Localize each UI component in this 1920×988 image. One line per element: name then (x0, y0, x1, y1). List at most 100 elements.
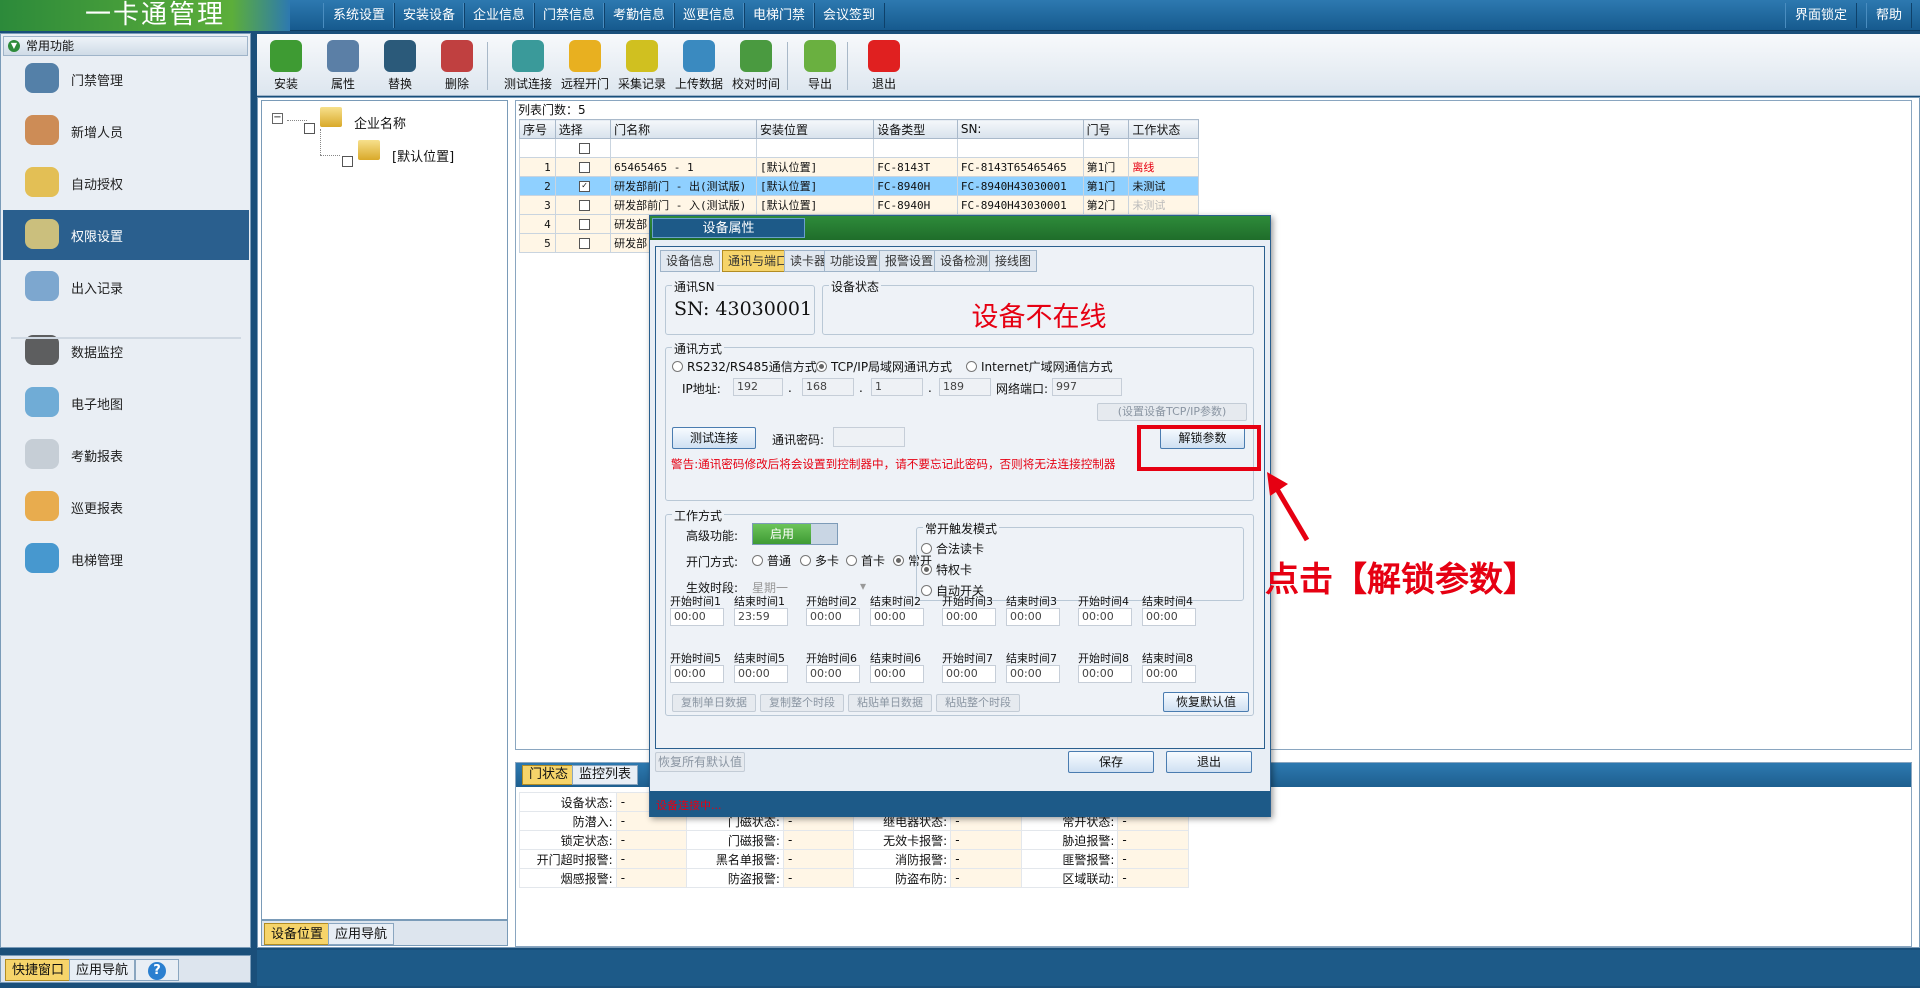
table-row[interactable]: 3 研发部前门 - 入(测试版) [默认位置] FC-8940H FC-8940H430… (519, 195, 1199, 215)
restore-default-button[interactable]: 恢复默认值 (1163, 692, 1249, 712)
end-time-input[interactable]: 00:00 (734, 665, 788, 683)
menu-6[interactable]: 电梯门禁 (743, 3, 816, 28)
ip-octet-1[interactable]: 192 (733, 378, 783, 396)
sidebar-item-0[interactable]: 门禁管理 (3, 54, 249, 104)
radio-legal-card[interactable]: 合法读卡 (921, 540, 984, 557)
column-header[interactable]: 序号 (519, 119, 556, 139)
advanced-toggle[interactable]: 启用 (752, 523, 838, 545)
column-header[interactable]: SN: (956, 119, 1084, 139)
tree-checkbox[interactable] (304, 121, 315, 135)
tree-child-label[interactable]: [默认位置] (392, 146, 454, 165)
sidebar-item-3[interactable]: 权限设置 (3, 210, 249, 260)
test-connection-button[interactable]: 测试连接 (672, 427, 756, 449)
help-button[interactable]: 帮助 (1866, 3, 1913, 28)
password-input[interactable] (833, 427, 905, 447)
menu-7[interactable]: 会议签到 (813, 3, 886, 28)
tree-child-checkbox[interactable] (342, 154, 353, 168)
end-time-input[interactable]: 00:00 (1142, 608, 1196, 626)
tab-quick-window[interactable]: 快捷窗口 (5, 959, 72, 981)
restore-all-defaults-button[interactable]: 恢复所有默认值 (655, 752, 745, 772)
save-button[interactable]: 保存 (1068, 751, 1154, 773)
tab-app-nav[interactable]: 应用导航 (69, 959, 136, 981)
menu-3[interactable]: 门禁信息 (533, 3, 606, 28)
dialog-tab-4[interactable]: 报警设置 (879, 250, 940, 272)
end-time-input[interactable]: 00:00 (1142, 665, 1196, 683)
start-time-input[interactable]: 00:00 (806, 665, 860, 683)
menu-0[interactable]: 系统设置 (323, 3, 396, 28)
ip-octet-4[interactable]: 189 (939, 378, 991, 396)
ip-octet-2[interactable]: 168 (802, 378, 854, 396)
tab-door-status[interactable]: 门状态 (522, 765, 576, 785)
radio-tcpip[interactable]: TCP/IP局域网通讯方式 (816, 358, 952, 375)
table-row[interactable]: 2 ✓ 研发部前门 - 出(测试版) [默认位置] FC-8940H FC-8940H43… (519, 176, 1199, 196)
panel-header[interactable]: ▼ 常用功能 (3, 36, 248, 56)
toolbar-power-button[interactable]: 退出 (856, 36, 912, 94)
start-time-input[interactable]: 00:00 (1078, 608, 1132, 626)
copy-button-0[interactable]: 复制单日数据 (672, 694, 756, 712)
column-header[interactable]: 工作状态 (1128, 119, 1199, 139)
radio-open-first[interactable]: 首卡 (846, 552, 885, 569)
toolbar-unlock-button[interactable]: 远程开门 (557, 36, 613, 94)
end-time-input[interactable]: 23:59 (734, 608, 788, 626)
row-checkbox[interactable] (578, 238, 590, 249)
column-header[interactable]: 门名称 (610, 119, 758, 139)
menu-5[interactable]: 巡更信息 (673, 3, 746, 28)
toolbar-upload-button[interactable]: 上传数据 (671, 36, 727, 94)
toolbar-calendar-button[interactable]: 校对时间 (728, 36, 784, 94)
dialog-titlebar[interactable]: 设备属性 (650, 216, 1270, 240)
start-time-input[interactable]: 00:00 (670, 665, 724, 683)
copy-button-1[interactable]: 复制整个时段 (760, 694, 844, 712)
column-header[interactable]: 门号 (1082, 119, 1130, 139)
sidebar-item-6[interactable]: 电子地图 (3, 378, 249, 428)
toolbar-install-button[interactable]: 安装 (258, 36, 314, 94)
sidebar-item-4[interactable]: 出入记录 (3, 262, 249, 312)
table-cell[interactable] (554, 233, 612, 253)
tab-monitor-list[interactable]: 监控列表 (572, 765, 639, 785)
table-row[interactable]: 1 65465465 - 1 [默认位置] FC-8143T FC-8143T65465… (519, 157, 1199, 177)
copy-button-2[interactable]: 粘贴单日数据 (848, 694, 932, 712)
table-cell[interactable]: ✓ (554, 176, 612, 196)
dialog-tab-6[interactable]: 接线图 (989, 250, 1038, 272)
end-time-input[interactable]: 00:00 (870, 608, 924, 626)
end-time-input[interactable]: 00:00 (1006, 608, 1060, 626)
sidebar-item-9[interactable]: 电梯管理 (3, 534, 249, 584)
sidebar-item-1[interactable]: 新增人员 (3, 106, 249, 156)
start-time-input[interactable]: 00:00 (806, 608, 860, 626)
end-time-input[interactable]: 00:00 (1006, 665, 1060, 683)
exit-button[interactable]: 退出 (1166, 751, 1252, 773)
column-header[interactable]: 设备类型 (873, 119, 958, 139)
row-checkbox[interactable] (578, 162, 590, 173)
menu-1[interactable]: 安装设备 (393, 3, 466, 28)
tree-root-label[interactable]: 企业名称 (354, 113, 406, 132)
toolbar-properties-button[interactable]: 属性 (315, 36, 371, 94)
set-tcpip-button[interactable]: (设置设备TCP/IP参数) (1097, 403, 1247, 421)
end-time-input[interactable]: 00:00 (870, 665, 924, 683)
radio-privilege-card[interactable]: 特权卡 (921, 561, 972, 578)
copy-button-3[interactable]: 粘贴整个时段 (936, 694, 1020, 712)
start-time-input[interactable]: 00:00 (942, 665, 996, 683)
dialog-tab-0[interactable]: 设备信息 (660, 250, 721, 272)
column-header[interactable]: 安装位置 (756, 119, 875, 139)
toolbar-export-button[interactable]: 导出 (792, 36, 848, 94)
menu-2[interactable]: 企业信息 (463, 3, 536, 28)
collapse-icon[interactable]: ▼ (8, 40, 20, 52)
dialog-tab-3[interactable]: 功能设置 (824, 250, 885, 272)
toolbar-delete-button[interactable]: 删除 (429, 36, 485, 94)
row-checkbox[interactable] (578, 219, 590, 230)
table-cell[interactable] (554, 157, 612, 177)
toolbar-collect-button[interactable]: 采集记录 (614, 36, 670, 94)
collapse-toggle-icon[interactable]: − (272, 113, 283, 124)
port-input[interactable]: 997 (1052, 378, 1122, 396)
tab-app-navigation[interactable]: 应用导航 (328, 923, 395, 945)
dialog-tab-5[interactable]: 设备检测 (934, 250, 995, 272)
radio-internet[interactable]: Internet广域网通信方式 (966, 358, 1113, 375)
tab-device-location[interactable]: 设备位置 (264, 923, 331, 945)
start-time-input[interactable]: 00:00 (1078, 665, 1132, 683)
column-header[interactable]: 选择 (554, 119, 612, 139)
table-cell[interactable] (554, 214, 612, 234)
start-time-input[interactable]: 00:00 (670, 608, 724, 626)
sidebar-item-2[interactable]: 自动授权 (3, 158, 249, 208)
radio-open-multi[interactable]: 多卡 (800, 552, 839, 569)
table-cell[interactable] (554, 138, 612, 158)
row-checkbox[interactable] (578, 200, 590, 211)
